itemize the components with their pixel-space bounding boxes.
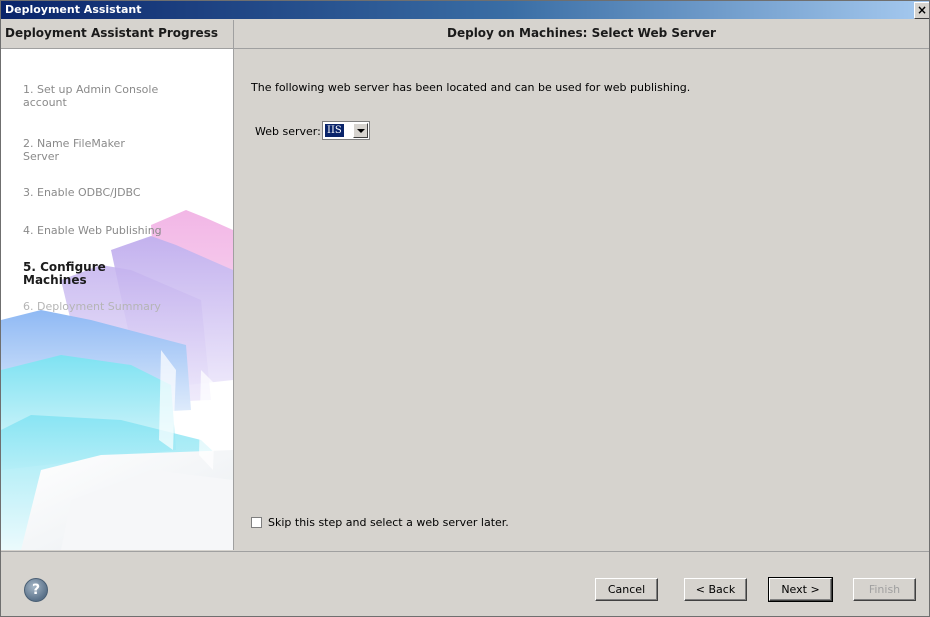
web-server-select[interactable]: IIS [322, 121, 370, 140]
main-panel: Deploy on Machines: Select Web Server Th… [234, 20, 929, 550]
deployment-assistant-window: Deployment Assistant × Deployment Assist… [0, 0, 930, 617]
web-server-label: Web server: [255, 125, 321, 138]
button-bar: ? Cancel < Back Next > Finish [1, 551, 929, 616]
cancel-button[interactable]: Cancel [595, 578, 658, 601]
back-button[interactable]: < Back [684, 578, 747, 601]
sidebar-header: Deployment Assistant Progress [1, 20, 233, 49]
main-header: Deploy on Machines: Select Web Server [234, 20, 929, 49]
intro-text: The following web server has been locate… [251, 81, 691, 94]
progress-sidebar: Deployment Assistant Progress 1. Set up … [1, 20, 234, 550]
next-button[interactable]: Next > [768, 577, 833, 602]
web-server-value: IIS [324, 123, 345, 138]
step-web-publishing: 4. Enable Web Publishing [23, 224, 162, 237]
skip-step-label[interactable]: Skip this step and select a web server l… [268, 516, 509, 529]
help-icon[interactable]: ? [24, 578, 48, 602]
chevron-down-icon[interactable] [353, 123, 368, 138]
window-title: Deployment Assistant [5, 3, 142, 16]
step-name-server: 2. Name FileMaker Server [23, 137, 125, 163]
sidebar-title: Deployment Assistant Progress [5, 26, 218, 40]
page-title: Deploy on Machines: Select Web Server [447, 26, 716, 40]
title-bar: Deployment Assistant × [1, 1, 929, 19]
finish-button[interactable]: Finish [853, 578, 916, 601]
skip-step-checkbox[interactable] [251, 517, 262, 528]
close-button[interactable]: × [914, 2, 929, 19]
step-admin-console: 1. Set up Admin Console account [23, 83, 159, 109]
step-configure-machines: 5. Configure Machines [23, 260, 106, 287]
step-odbc-jdbc: 3. Enable ODBC/JDBC [23, 186, 141, 199]
step-deployment-summary: 6. Deployment Summary [23, 300, 161, 313]
